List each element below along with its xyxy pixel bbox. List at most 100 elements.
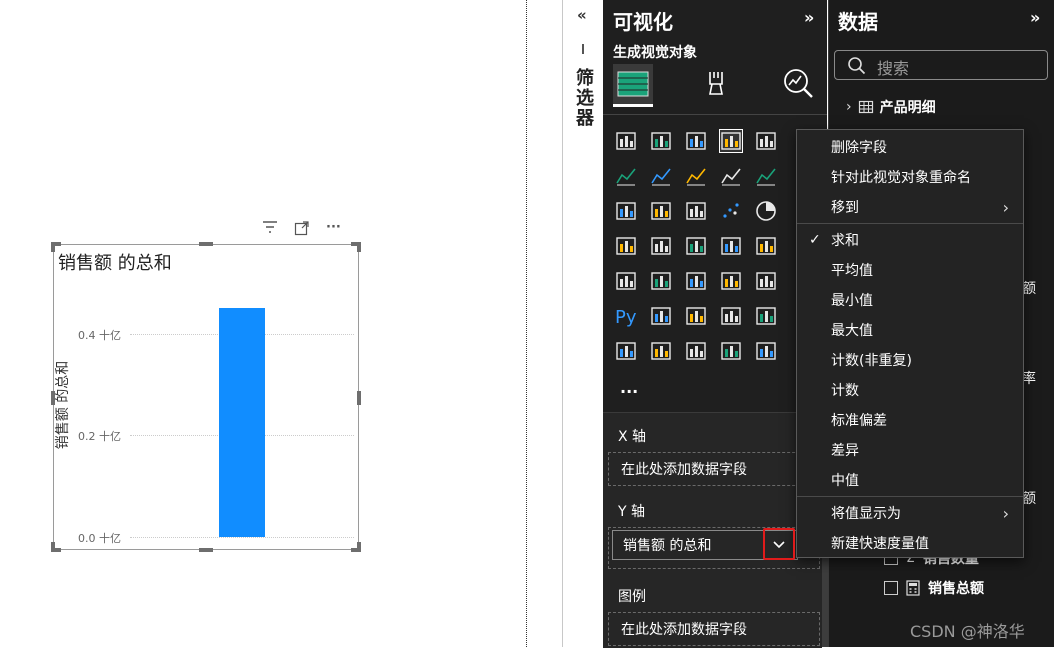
analytics-tab[interactable] — [781, 66, 815, 104]
calculator-icon — [906, 580, 920, 596]
kpi-icon[interactable] — [650, 270, 672, 292]
treemap-icon[interactable] — [615, 235, 637, 257]
python-icon[interactable]: Py — [615, 305, 637, 328]
power-apps-icon[interactable] — [650, 340, 672, 362]
collapse-pane-button[interactable]: « — [577, 6, 587, 24]
menu-item-label: 最小值 — [831, 293, 873, 309]
filter-pane-label[interactable]: 筛选器 — [570, 68, 596, 128]
line-chart-icon[interactable] — [615, 165, 637, 187]
field-label-partial[interactable]: 额 — [1022, 278, 1036, 298]
expand-viz-pane-button[interactable]: » — [804, 8, 814, 27]
build-visual-tab[interactable] — [613, 64, 653, 104]
search-placeholder: 搜索 — [877, 59, 910, 78]
more-visuals-button[interactable]: ... — [620, 378, 638, 397]
matrix-icon[interactable] — [755, 270, 777, 292]
area-chart-icon[interactable] — [650, 165, 672, 187]
funnel-icon[interactable] — [685, 200, 707, 222]
ribbon-chart-icon[interactable] — [615, 200, 637, 222]
x-axis-drop-zone[interactable]: 在此处添加数据字段 — [608, 452, 820, 486]
filter-icon[interactable] — [262, 220, 278, 240]
visual-header-toolbar: ··· — [262, 220, 341, 240]
key-influencers-icon[interactable] — [650, 305, 672, 327]
y-tick-label: 0.4 十亿 — [78, 328, 121, 342]
waterfall-icon[interactable] — [650, 200, 672, 222]
menu-item-new-quick-measure[interactable]: 新建快速度量值 — [797, 528, 1023, 558]
chevron-right-icon[interactable]: › — [846, 99, 852, 115]
menu-item-label: 计数 — [831, 383, 859, 399]
focus-mode-icon[interactable] — [294, 220, 310, 240]
table-node-product-detail[interactable]: › 产品明细 — [846, 97, 936, 117]
viz-pane-title: 可视化 — [613, 10, 673, 34]
field-label-partial[interactable]: 率 — [1022, 368, 1036, 388]
active-tab-indicator — [613, 104, 653, 107]
menu-item-rename[interactable]: 针对此视觉对象重命名 — [797, 162, 1023, 192]
clustered-bar-icon[interactable] — [685, 130, 707, 152]
menu-item-show-value-as[interactable]: 将值显示为 › — [797, 498, 1023, 528]
legend-drop-zone[interactable]: 在此处添加数据字段 — [608, 612, 820, 646]
diamond-icon[interactable] — [755, 340, 777, 362]
stacked-area-icon[interactable] — [685, 165, 707, 187]
narrative-icon[interactable] — [755, 305, 777, 327]
menu-item-aggregation[interactable]: 差异 — [797, 435, 1023, 465]
menu-item-aggregation[interactable]: 平均值 — [797, 255, 1023, 285]
menu-item-aggregation[interactable]: 中值 — [797, 465, 1023, 495]
menu-item-label: 新建快速度量值 — [831, 536, 929, 552]
menu-item-label: 中值 — [831, 473, 859, 489]
more-options-icon[interactable]: ··· — [326, 220, 341, 240]
menu-item-aggregation[interactable]: ✓ 求和 — [797, 225, 1023, 255]
globe-map-icon[interactable] — [650, 235, 672, 257]
plot-area: 0.4 十亿 0.2 十亿 0.0 十亿 — [54, 245, 358, 549]
decomposition-tree-icon[interactable] — [685, 305, 707, 327]
report-icon[interactable] — [615, 340, 637, 362]
scatter-icon[interactable] — [720, 200, 742, 222]
menu-item-aggregation[interactable]: 最大值 — [797, 315, 1023, 345]
menu-item-label: 差异 — [831, 443, 859, 459]
stacked-column-icon[interactable] — [650, 130, 672, 152]
menu-item-label: 将值显示为 — [831, 506, 901, 522]
search-input[interactable]: 搜索 — [834, 50, 1048, 80]
menu-item-aggregation[interactable]: 标准偏差 — [797, 405, 1023, 435]
map-icon[interactable] — [720, 340, 742, 362]
azure-map-icon[interactable] — [720, 235, 742, 257]
menu-item-aggregation[interactable]: 计数(非重复) — [797, 345, 1023, 375]
menu-item-label: 针对此视觉对象重命名 — [831, 170, 971, 186]
field-checkbox[interactable] — [884, 581, 898, 595]
stacked-bar-icon[interactable] — [615, 130, 637, 152]
y-axis-field-label: 销售额 的总和 — [623, 538, 712, 554]
gauge-icon[interactable] — [755, 235, 777, 257]
field-label-partial[interactable]: 额 — [1022, 488, 1036, 508]
bar[interactable] — [219, 308, 265, 537]
filled-map-icon[interactable] — [685, 235, 707, 257]
table-icon[interactable] — [720, 270, 742, 292]
watermark-text: CSDN @神洛华 — [910, 622, 1025, 641]
search-icon — [848, 57, 866, 75]
field-row-sales-total[interactable]: 销售总额 — [884, 578, 984, 598]
bar-chart-visual[interactable]: 销售额 的总和 销售额 的总和 0.4 十亿 0.2 十亿 0.0 十亿 — [51, 242, 361, 552]
ribbon-icon[interactable] — [720, 165, 742, 187]
pie-icon[interactable] — [755, 200, 777, 222]
slicer-icon[interactable] — [685, 270, 707, 292]
field-label: 销售总额 — [928, 581, 984, 597]
multirow-card-icon[interactable] — [615, 270, 637, 292]
y-axis-well-label: Y 轴 — [618, 504, 646, 520]
100-bar-icon[interactable] — [755, 130, 777, 152]
chevron-right-icon: › — [1002, 503, 1009, 523]
table-grid-icon — [617, 71, 649, 97]
menu-item-move-to[interactable]: 移到 › — [797, 192, 1023, 222]
y-tick-label: 0.0 十亿 — [78, 532, 121, 545]
menu-item-aggregation[interactable]: 最小值 — [797, 285, 1023, 315]
qa-icon[interactable] — [720, 305, 742, 327]
menu-item-aggregation[interactable]: 计数 — [797, 375, 1023, 405]
format-visual-tab[interactable] — [700, 68, 732, 104]
chevron-right-icon: › — [1002, 197, 1009, 217]
x-axis-well-label: X 轴 — [618, 429, 647, 445]
table-name-label: 产品明细 — [879, 100, 936, 116]
legend-well-label: 图例 — [618, 589, 646, 605]
clustered-column-icon[interactable] — [719, 129, 743, 153]
expand-data-pane-button[interactable]: » — [1030, 8, 1040, 27]
power-automate-icon[interactable] — [685, 340, 707, 362]
paintbrush-icon — [709, 72, 723, 95]
menu-item-remove-field[interactable]: 删除字段 — [797, 132, 1023, 162]
line-column-icon[interactable] — [755, 165, 777, 187]
visual-type-gallery: Py — [615, 129, 825, 390]
